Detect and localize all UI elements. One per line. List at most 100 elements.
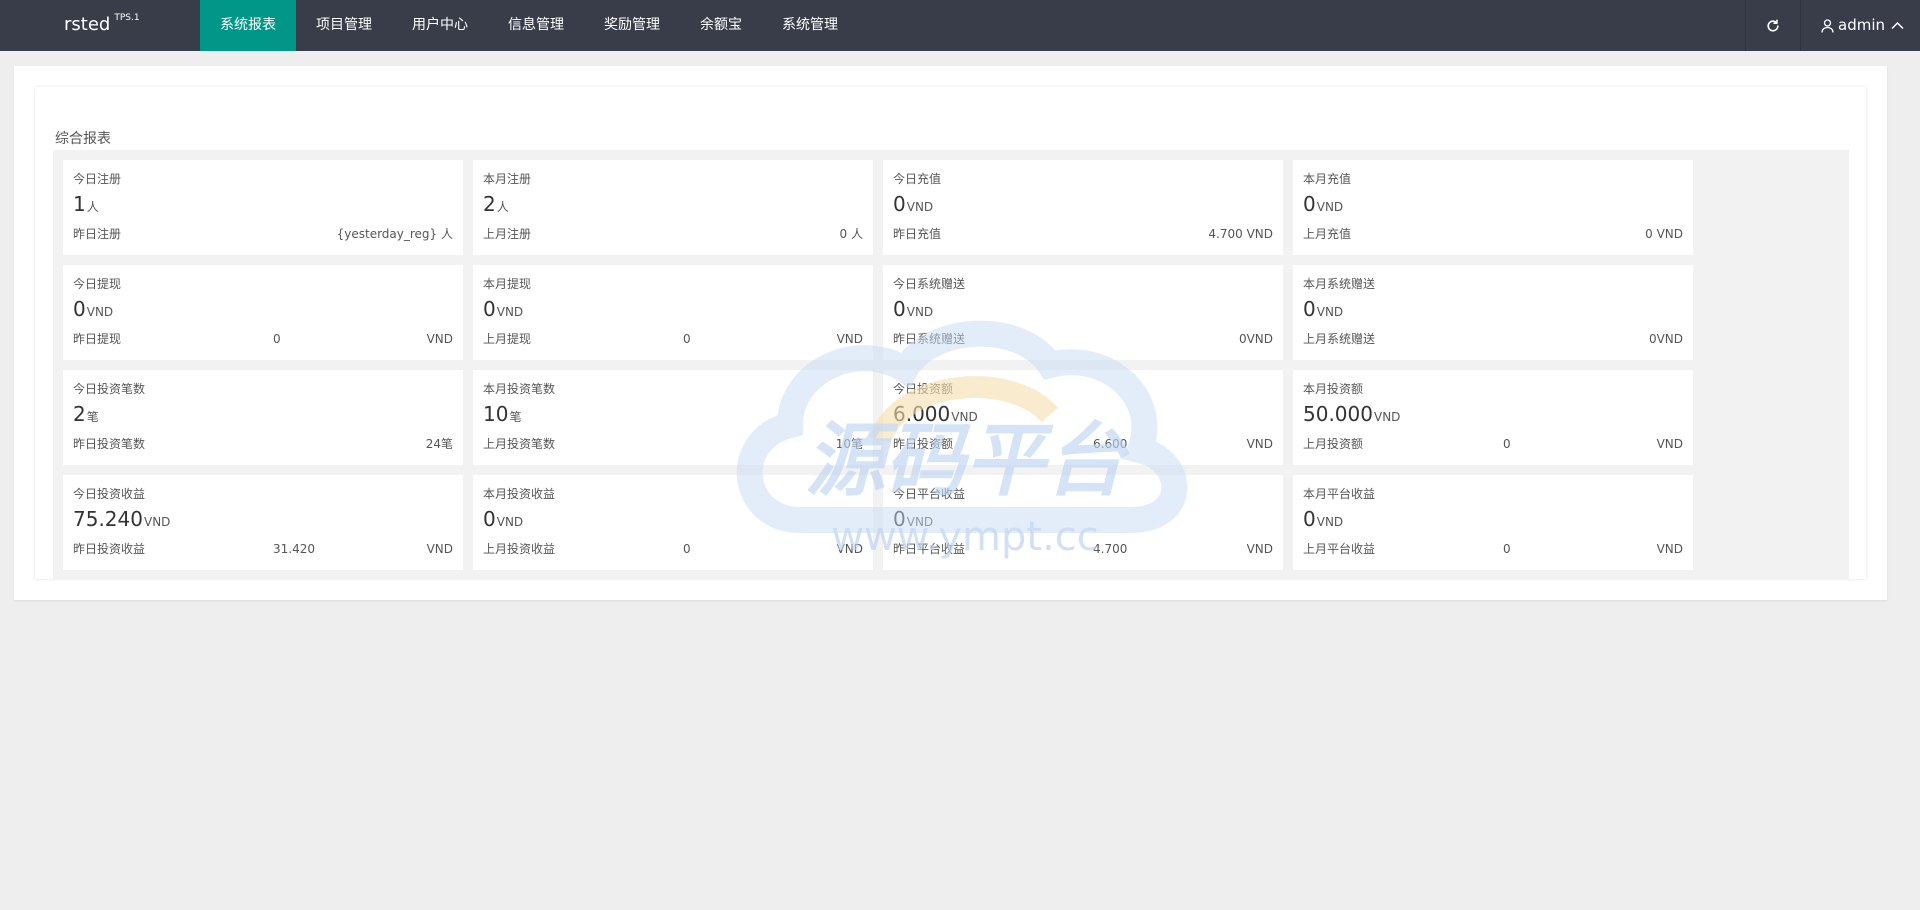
stat-value: 0VND	[1303, 506, 1683, 532]
stat-number: 2	[483, 192, 496, 216]
stat-compare: 昨日投资额 6.600 VND	[893, 436, 1273, 452]
stat-compare: 上月系统赠送 0VND	[1303, 331, 1683, 347]
stat-number: 0	[483, 507, 496, 531]
stat-card: 今日平台收益 0VND 昨日平台收益 4.700 VND	[883, 475, 1283, 570]
page-container: 综合报表 今日注册 1人 昨日注册 {yesterday_reg} 人本月注册 2人 上月…	[14, 66, 1887, 600]
nav-item-1[interactable]: 项目管理	[296, 0, 392, 51]
stat-number: 0	[893, 297, 906, 321]
compare-unit: VND	[426, 542, 453, 556]
stat-unit: VND	[1316, 305, 1344, 319]
stat-value: 10笔	[483, 401, 863, 427]
nav-item-3[interactable]: 信息管理	[488, 0, 584, 51]
compare-unit: 10笔	[835, 437, 863, 451]
compare-value: 0	[1503, 437, 1511, 451]
nav-item-4[interactable]: 奖励管理	[584, 0, 680, 51]
stat-value: 1人	[73, 191, 453, 217]
nav-item-0[interactable]: 系统报表	[200, 0, 296, 51]
stat-compare: 上月注册 0 人	[483, 226, 863, 242]
stats-area: 今日注册 1人 昨日注册 {yesterday_reg} 人本月注册 2人 上月注册 0 人…	[53, 150, 1849, 579]
compare-label: 上月平台收益	[1303, 542, 1376, 556]
refresh-button[interactable]	[1745, 0, 1800, 51]
stat-card: 今日投资收益 75.240VND 昨日投资收益 31.420 VND	[63, 475, 463, 570]
nav-item-5[interactable]: 余额宝	[680, 0, 762, 51]
stat-compare: 昨日充值 4.700 VND	[893, 226, 1273, 242]
brand-name: rsted	[64, 14, 111, 35]
compare-label: 上月注册	[483, 227, 532, 241]
stat-value: 2笔	[73, 401, 453, 427]
compare-label: 上月系统赠送	[1303, 332, 1376, 346]
stat-number: 0	[483, 297, 496, 321]
stat-card: 本月充值 0VND 上月充值 0 VND	[1293, 160, 1693, 255]
stat-unit: VND	[143, 515, 171, 529]
compare-label: 昨日注册	[73, 227, 122, 241]
stat-label: 今日投资额	[893, 382, 954, 396]
stat-label: 本月投资笔数	[483, 382, 556, 396]
compare-unit: VND	[836, 332, 863, 346]
compare-unit: VND	[1656, 542, 1683, 556]
stat-label: 本月提现	[483, 277, 532, 291]
stat-value: 0VND	[893, 296, 1273, 322]
stat-compare: 上月提现 0 VND	[483, 331, 863, 347]
stat-card: 今日充值 0VND 昨日充值 4.700 VND	[883, 160, 1283, 255]
stat-unit: 人	[86, 200, 99, 214]
stat-label: 今日充值	[893, 172, 942, 186]
user-menu-button[interactable]: admin	[1800, 0, 1920, 51]
top-navbar: rsted TPS.1 系统报表 项目管理 用户中心 信息管理 奖励管理 余额宝 系统管理 a…	[0, 0, 1920, 51]
stat-number: 0	[1303, 192, 1316, 216]
stat-label: 今日系统赠送	[893, 277, 966, 291]
stat-number: 0	[73, 297, 86, 321]
stat-value: 0VND	[893, 191, 1273, 217]
stat-number: 0	[1303, 507, 1316, 531]
stat-unit: VND	[1373, 410, 1401, 424]
stat-number: 6.000	[893, 402, 951, 426]
stat-compare: 上月投资额 0 VND	[1303, 436, 1683, 452]
stat-value: 0VND	[73, 296, 453, 322]
compare-unit: 24笔	[425, 437, 453, 451]
stat-value: 0VND	[1303, 191, 1683, 217]
compare-unit: 0VND	[1648, 332, 1683, 346]
compare-value: 0	[683, 332, 691, 346]
stat-label: 今日投资笔数	[73, 382, 146, 396]
stat-number: 0	[1303, 297, 1316, 321]
chevron-up-icon	[1891, 21, 1904, 30]
stat-unit: 人	[496, 200, 509, 214]
nav-item-6[interactable]: 系统管理	[762, 0, 858, 51]
stat-card: 今日系统赠送 0VND 昨日系统赠送 0VND	[883, 265, 1283, 360]
stat-unit: VND	[1316, 200, 1344, 214]
stat-label: 今日注册	[73, 172, 122, 186]
stat-value: 0VND	[483, 296, 863, 322]
brand-version: TPS.1	[114, 13, 140, 23]
stat-label: 今日平台收益	[893, 487, 966, 501]
compare-unit: 0 人	[839, 227, 863, 241]
stat-unit: VND	[951, 410, 978, 424]
stat-card: 本月投资额 50.000VND 上月投资额 0 VND	[1293, 370, 1693, 465]
stat-compare: 昨日投资笔数 24笔	[73, 436, 453, 452]
stat-number: 0	[893, 507, 906, 531]
stats-grid: 今日注册 1人 昨日注册 {yesterday_reg} 人本月注册 2人 上月注册 0 人…	[63, 160, 1703, 570]
stat-label: 本月充值	[1303, 172, 1352, 186]
stat-value: 0VND	[893, 506, 1273, 532]
compare-unit: VND	[836, 542, 863, 556]
stat-compare: 上月充值 0 VND	[1303, 226, 1683, 242]
stat-unit: VND	[906, 305, 934, 319]
stat-card: 今日投资额 6.000VND 昨日投资额 6.600 VND	[883, 370, 1283, 465]
stat-number: 10	[483, 402, 509, 426]
compare-value: 4.700	[1093, 542, 1128, 556]
compare-unit: VND	[1246, 542, 1273, 556]
stat-card: 本月系统赠送 0VND 上月系统赠送 0VND	[1293, 265, 1693, 360]
nav-item-2[interactable]: 用户中心	[392, 0, 488, 51]
stat-card: 本月投资收益 0VND 上月投资收益 0 VND	[473, 475, 873, 570]
brand-logo[interactable]: rsted TPS.1	[64, 13, 140, 35]
stat-compare: 昨日平台收益 4.700 VND	[893, 541, 1273, 557]
stat-compare: 上月平台收益 0 VND	[1303, 541, 1683, 557]
stat-number: 0	[893, 192, 906, 216]
stat-value: 2人	[483, 191, 863, 217]
compare-unit: 0VND	[1238, 332, 1273, 346]
stat-unit: 笔	[86, 410, 99, 424]
stat-compare: 昨日提现 0 VND	[73, 331, 453, 347]
compare-unit: VND	[1656, 437, 1683, 451]
stat-compare: 上月投资收益 0 VND	[483, 541, 863, 557]
report-title: 综合报表	[55, 131, 111, 147]
stat-unit: VND	[496, 305, 524, 319]
compare-label: 昨日投资笔数	[73, 437, 146, 451]
